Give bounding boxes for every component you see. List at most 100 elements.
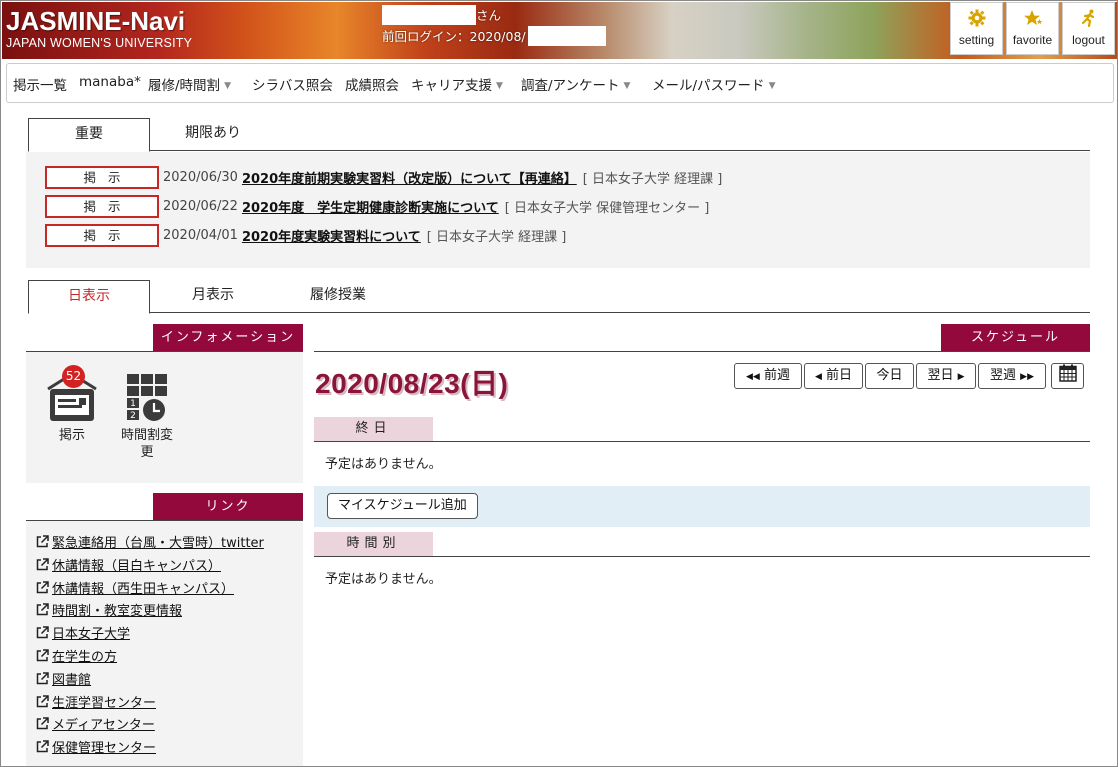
link-library[interactable]: 図書館	[36, 669, 91, 688]
link-text: 緊急連絡用（台風・大雪時）twitter	[52, 536, 264, 551]
notice-row: 掲示 2020/06/22 2020年度 学生定期健康診断実施について [ 日本女子大…	[45, 195, 709, 219]
last-login-redacted	[527, 26, 606, 46]
button-label: 翌日	[927, 368, 954, 383]
external-link-icon	[36, 695, 49, 708]
timetable-change-icon: 12	[115, 373, 179, 427]
nav-label: 掲示一覧	[13, 78, 67, 94]
add-schedule-bar: マイスケジュール追加	[314, 486, 1090, 527]
nav-survey[interactable]: 調査/アンケート ▼	[521, 74, 630, 94]
timetable-change-tile[interactable]: 12 時間割変更	[115, 373, 179, 461]
nav-manaba[interactable]: manaba*	[79, 74, 141, 90]
link-lifelong-learning[interactable]: 生涯学習センター	[36, 692, 156, 711]
external-link-icon	[36, 535, 49, 548]
tab-day-view[interactable]: 日表示	[28, 280, 150, 314]
nav-mail-password[interactable]: メール/パスワード ▼	[652, 74, 775, 94]
favorite-button[interactable]: favorite	[1006, 2, 1059, 55]
tab-label: 月表示	[192, 287, 234, 303]
divider	[314, 441, 1090, 442]
site-logo[interactable]: JASMINE-Navi JAPAN WOMEN'S UNIVERSITY	[6, 6, 212, 56]
nav-label: メール/パスワード	[652, 78, 765, 94]
logout-button[interactable]: logout	[1062, 2, 1115, 55]
tab-enrolled-classes[interactable]: 履修授業	[293, 280, 383, 313]
notice-badge: 掲示	[45, 166, 159, 189]
caret-down-icon: ▼	[496, 81, 503, 91]
logout-label: logout	[1072, 33, 1105, 47]
timed-empty-message: 予定はありません。	[325, 572, 442, 587]
button-label: 前日	[826, 368, 853, 383]
view-tabbar: 日表示 月表示 履修授業	[28, 280, 1090, 314]
svg-text:1: 1	[130, 399, 136, 409]
link-media-center[interactable]: メディアセンター	[36, 714, 155, 733]
next-day-button[interactable]: 翌日 ▶	[916, 363, 976, 389]
link-text: 時間割・教室変更情報	[52, 604, 183, 619]
caret-down-icon: ▼	[623, 81, 631, 91]
link-timetable-room-change[interactable]: 時間割・教室変更情報	[36, 600, 182, 619]
star-icon	[1007, 9, 1058, 33]
nav-grades[interactable]: 成績照会	[345, 74, 399, 94]
tab-label: 期限あり	[185, 125, 241, 141]
notice-date: 2020/06/30	[163, 170, 238, 185]
link-text: 生涯学習センター	[52, 696, 157, 711]
link-current-students[interactable]: 在学生の方	[36, 646, 117, 665]
today-button[interactable]: 今日	[865, 363, 914, 389]
link-text: 保健管理センター	[52, 741, 157, 756]
prev-week-button[interactable]: ◀◀ 前週	[734, 363, 802, 389]
information-header: インフォメーション	[153, 324, 303, 352]
nav-syllabus[interactable]: シラバス照会	[252, 74, 333, 94]
tab-deadline[interactable]: 期限あり	[168, 118, 258, 151]
link-health-center[interactable]: 保健管理センター	[36, 737, 156, 756]
notice-title-link[interactable]: 2020年度前期実験実習料（改定版）について【再連絡】	[242, 168, 577, 187]
divider	[314, 351, 1090, 352]
bulletin-count-badge: 52	[62, 365, 85, 388]
add-my-schedule-button[interactable]: マイスケジュール追加	[327, 493, 478, 519]
notice-source: [ 日本女子大学 経理課 ]	[582, 172, 723, 187]
prev-day-button[interactable]: ◀ 前日	[804, 363, 863, 389]
link-cancellation-mejiro[interactable]: 休講情報（目白キャンパス）	[36, 555, 221, 574]
next-week-button[interactable]: 翌週 ▶▶	[978, 363, 1046, 389]
notice-badge: 掲示	[45, 195, 159, 218]
notice-title-link[interactable]: 2020年度実験実習料について	[242, 226, 421, 245]
notice-date: 2020/06/22	[163, 199, 238, 214]
runner-icon	[1063, 9, 1114, 33]
user-name-redacted	[382, 5, 476, 25]
logo-subtitle: JAPAN WOMEN'S UNIVERSITY	[6, 36, 193, 50]
notice-source: [ 日本女子大学 保健管理センター ]	[504, 201, 710, 216]
tab-label: 履修授業	[310, 287, 366, 303]
tab-important[interactable]: 重要	[28, 118, 150, 152]
external-link-icon	[36, 649, 49, 662]
external-link-icon	[36, 626, 49, 639]
page-frame: JASMINE-Navi JAPAN WOMEN'S UNIVERSITY さん…	[0, 0, 1118, 767]
nav-bulletin-list[interactable]: 掲示一覧	[13, 74, 67, 94]
external-link-icon	[36, 581, 49, 594]
nav-registration-timetable[interactable]: 履修/時間割 ▼	[148, 74, 231, 94]
left-arrow-icon: ◀	[814, 372, 822, 382]
main-nav: 掲示一覧 manaba* 履修/時間割 ▼ シラバス照会 成績照会 キャリア支援 ▼…	[6, 63, 1114, 103]
nav-label: キャリア支援	[411, 78, 492, 94]
schedule-header: スケジュール	[941, 324, 1090, 352]
links-header: リンク	[153, 493, 303, 521]
bulletin-tile-label: 掲示	[58, 428, 85, 443]
external-link-icon	[36, 558, 49, 571]
nav-career-support[interactable]: キャリア支援 ▼	[411, 74, 503, 94]
tab-label: 日表示	[68, 288, 110, 304]
notice-title-link[interactable]: 2020年度 学生定期健康診断実施について	[242, 197, 499, 216]
right-arrow-icon: ▶	[957, 372, 965, 382]
external-link-icon	[36, 740, 49, 753]
tab-month-view[interactable]: 月表示	[168, 280, 258, 313]
link-text: メディアセンター	[52, 718, 155, 733]
link-jwu[interactable]: 日本女子大学	[36, 623, 130, 642]
link-text: 在学生の方	[52, 650, 118, 665]
notice-row: 掲示 2020/04/01 2020年度実験実習料について [ 日本女子大学 経理課 …	[45, 224, 566, 248]
schedule-date-title: 2020/08/23(日)	[315, 368, 509, 399]
favorite-label: favorite	[1012, 33, 1053, 47]
external-link-icon	[36, 717, 49, 730]
setting-label: setting	[958, 33, 995, 47]
calendar-button[interactable]	[1051, 363, 1084, 389]
setting-button[interactable]: setting	[950, 2, 1003, 55]
link-cancellation-nishiikuta[interactable]: 休講情報（西生田キャンパス）	[36, 578, 234, 597]
timetable-change-label: 時間割変更	[120, 428, 173, 460]
link-emergency-twitter[interactable]: 緊急連絡用（台風・大雪時）twitter	[36, 532, 264, 551]
notice-list: 掲示 2020/06/30 2020年度前期実験実習料（改定版）について【再連絡】 […	[26, 152, 1090, 268]
button-label: 今日	[876, 368, 903, 383]
nav-label: 成績照会	[345, 78, 399, 94]
